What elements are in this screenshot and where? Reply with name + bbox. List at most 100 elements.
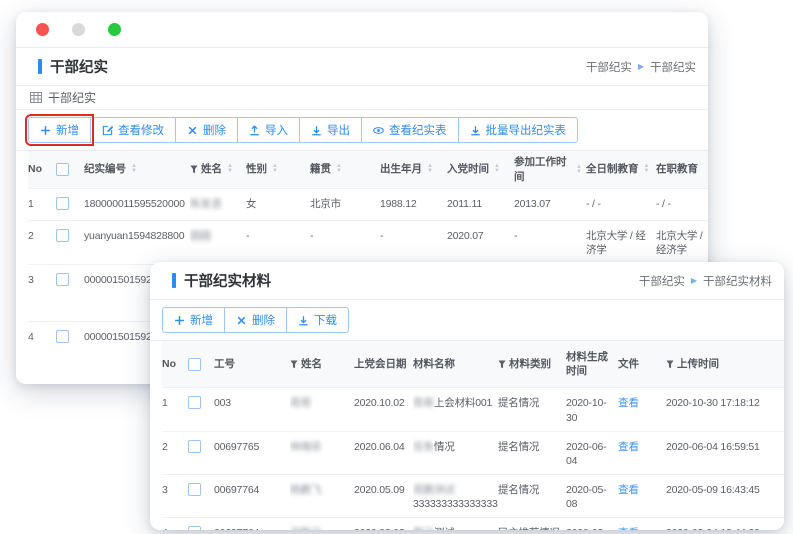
cell-native_place: - — [310, 221, 380, 249]
row-checkbox[interactable] — [188, 440, 201, 453]
cell-no: 1 — [162, 388, 188, 416]
table-row: 200697765林晓弈2020.06.04任免情况提名情况2020-06-04… — [162, 432, 784, 475]
download-icon — [470, 125, 481, 136]
cell-check — [188, 432, 214, 463]
delete-button[interactable]: 删除 — [175, 117, 238, 143]
redacted-text: 杨鹏飞 — [290, 484, 322, 496]
view-file-link[interactable]: 查看 — [618, 441, 639, 453]
cell-generated_time: 2020-05-08 — [566, 475, 618, 517]
header-cell-generated_time: 材料生成时间 — [566, 341, 618, 387]
add-button[interactable]: 新增 — [162, 307, 225, 333]
sort-icon[interactable]: ▲▼ — [494, 164, 500, 174]
row-checkbox[interactable] — [56, 229, 69, 242]
view-edit-button[interactable]: 查看修改 — [90, 117, 176, 143]
section-label: 干部纪实 — [16, 86, 708, 110]
sort-icon[interactable]: ▲▼ — [272, 164, 278, 174]
header-cell-join_party_date: 入党时间 ▲▼ — [447, 153, 514, 185]
breadcrumb: 干部纪实 ▶ 干部纪实 — [586, 59, 696, 75]
cell-material_name: 鹏飞测试 — [413, 518, 498, 530]
download-button[interactable]: 下载 — [286, 307, 349, 333]
cell-upload_time: 2020-05-09 16:43:45 — [666, 475, 784, 503]
header-label-no: No — [28, 162, 42, 176]
sort-icon[interactable]: ▲▼ — [644, 164, 650, 174]
cell-text: 测试 — [434, 527, 455, 530]
cell-material_type: 提名情况 — [498, 432, 566, 460]
filter-icon[interactable] — [290, 360, 298, 369]
redacted-text: 任免 — [413, 441, 434, 453]
cell-record_id: yuanyuan1594828800 — [84, 221, 190, 249]
export-button[interactable]: 导出 — [299, 117, 362, 143]
row-checkbox[interactable] — [56, 197, 69, 210]
close-icon — [187, 125, 198, 136]
cell-party_meeting_date: 2020.05.09 — [354, 475, 413, 503]
header-cell-material_name: 材料名称 — [413, 348, 498, 380]
cell-material_type: 民主推荐情况 — [498, 518, 566, 530]
header-label-material_name: 材料名称 — [413, 357, 455, 371]
page-title-text: 干部纪实材料 — [184, 270, 271, 291]
filter-icon[interactable] — [498, 360, 506, 369]
cell-name: 周哥 — [290, 388, 354, 416]
cell-upload_time: 2020-03-04 13:44:28 — [666, 518, 784, 530]
maximize-button[interactable] — [108, 23, 121, 36]
desktop: 干部纪实 干部纪实▶干部纪实 干部纪实 新增查看修改删除导入导出查看纪实表批量导… — [0, 0, 793, 534]
view-file-link[interactable]: 查看 — [618, 527, 639, 530]
cell-no: 3 — [28, 265, 56, 293]
add-button[interactable]: 新增 — [28, 117, 91, 143]
row-checkbox[interactable] — [56, 330, 69, 343]
cadre-material-panel-body: 干部纪实材料 干部纪实▶干部纪实材料 新增删除下载 No工号姓名上党会日期材料名… — [150, 262, 784, 530]
cell-onjob_education: - / - — [656, 189, 708, 217]
cell-check — [188, 388, 214, 419]
cell-party_meeting_date: 2020.10.02 — [354, 388, 413, 416]
sort-icon[interactable]: ▲▼ — [227, 164, 233, 174]
cell-job_no: 00697764 — [214, 518, 290, 530]
breadcrumb-arrow-icon: ▶ — [638, 62, 644, 71]
row-checkbox[interactable] — [56, 273, 69, 286]
row-checkbox[interactable] — [188, 396, 201, 409]
plus-icon — [174, 315, 185, 326]
select-all-checkbox[interactable] — [56, 163, 69, 176]
download-icon — [311, 125, 322, 136]
cell-no: 4 — [28, 322, 56, 350]
select-all-checkbox[interactable] — [188, 358, 201, 371]
header-cell-start_work_date: 参加工作时间▲▼ — [514, 146, 586, 192]
cell-text: 333333333333333 — [413, 498, 498, 510]
view-record-table-button[interactable]: 查看纪实表 — [361, 117, 459, 143]
breadcrumb-item[interactable]: 干部纪实 — [650, 59, 696, 75]
cell-fulltime_education: - / - — [586, 189, 656, 217]
close-button[interactable] — [36, 23, 49, 36]
sort-icon[interactable]: ▲▼ — [427, 164, 433, 174]
batch-export-record-button[interactable]: 批量导出纪实表 — [458, 117, 579, 143]
breadcrumb-item[interactable]: 干部纪实材料 — [703, 273, 772, 289]
cell-upload_time: 2020-06-04 16:59:51 — [666, 432, 784, 460]
delete-button[interactable]: 删除 — [224, 307, 287, 333]
minimize-button[interactable] — [72, 23, 85, 36]
header-label-native_place: 籍贯 — [310, 162, 331, 176]
header-cell-material_type: 材料类别 — [498, 348, 566, 380]
row-checkbox[interactable] — [188, 483, 201, 496]
import-button[interactable]: 导入 — [237, 117, 300, 143]
sort-icon[interactable]: ▲▼ — [336, 164, 342, 174]
window-titlebar — [16, 12, 708, 48]
filter-icon[interactable] — [666, 360, 674, 369]
cell-check — [56, 322, 84, 353]
batch-export-record-button-label: 批量导出纪实表 — [486, 122, 567, 138]
header-label-join_party_date: 入党时间 — [447, 162, 489, 176]
cell-no: 4 — [162, 518, 188, 530]
cell-onjob_education: 北京大学 / 经济学 — [656, 221, 708, 263]
breadcrumb-item[interactable]: 干部纪实 — [639, 273, 685, 289]
sort-icon[interactable]: ▲▼ — [131, 164, 137, 174]
page-title-text: 干部纪实 — [50, 56, 108, 77]
header-label-material_type: 材料类别 — [509, 357, 551, 371]
breadcrumb-item[interactable]: 干部纪实 — [586, 59, 632, 75]
view-file-link[interactable]: 查看 — [618, 397, 639, 409]
filter-icon[interactable] — [190, 165, 198, 174]
header-cell-fulltime_education: 全日制教育▲▼ — [586, 153, 656, 185]
plus-icon — [40, 125, 51, 136]
toolbar: 新增删除下载 — [150, 300, 784, 341]
cell-file: 查看 — [618, 388, 666, 416]
view-file-link[interactable]: 查看 — [618, 484, 639, 496]
sort-icon[interactable]: ▲▼ — [576, 165, 582, 175]
redacted-text: 汤鹏飞 — [290, 527, 322, 530]
row-checkbox[interactable] — [188, 526, 201, 530]
title-accent-bar — [172, 273, 176, 288]
